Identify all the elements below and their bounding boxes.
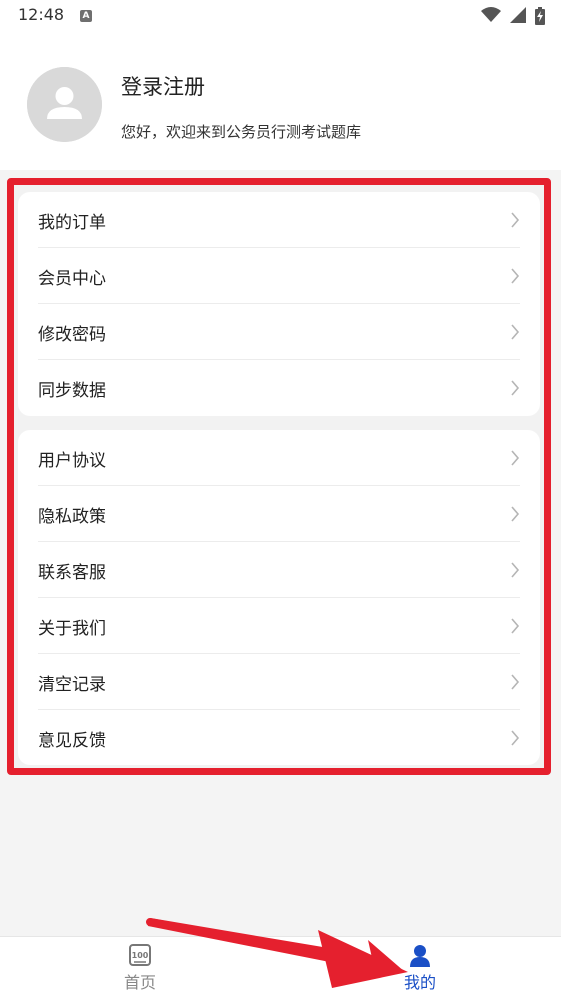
menu-item-privacy-policy[interactable]: 隐私政策	[38, 486, 520, 542]
menu-item-label: 关于我们	[38, 619, 106, 639]
menu-area: 我的订单 会员中心 修改密码 同步数据 用户协议 隐私政策 联系客服 关于我们 …	[0, 170, 561, 936]
chevron-right-icon	[511, 730, 520, 746]
login-register-link[interactable]: 登录注册	[121, 71, 205, 101]
wifi-icon	[480, 7, 501, 22]
chevron-right-icon	[511, 212, 520, 228]
menu-card-account: 我的订单 会员中心 修改密码 同步数据	[18, 192, 540, 416]
menu-item-label: 修改密码	[38, 325, 106, 345]
menu-item-label: 会员中心	[38, 269, 106, 289]
menu-item-label: 清空记录	[38, 675, 106, 695]
menu-item-sync-data[interactable]: 同步数据	[38, 360, 520, 416]
menu-item-change-password[interactable]: 修改密码	[38, 304, 520, 360]
profile-header: 登录注册 您好，欢迎来到公务员行测考试题库	[0, 32, 561, 170]
menu-item-my-orders[interactable]: 我的订单	[38, 192, 520, 248]
signal-icon	[509, 7, 526, 23]
status-time: 12:48	[18, 5, 65, 24]
chevron-right-icon	[511, 380, 520, 396]
menu-card-info: 用户协议 隐私政策 联系客服 关于我们 清空记录 意见反馈	[18, 430, 540, 765]
welcome-text: 您好，欢迎来到公务员行测考试题库	[121, 123, 362, 141]
chevron-right-icon	[511, 268, 520, 284]
home-icon: 100	[129, 944, 151, 966]
menu-item-user-agreement[interactable]: 用户协议	[38, 430, 520, 486]
chevron-right-icon	[511, 674, 520, 690]
svg-text:100: 100	[132, 951, 149, 960]
status-bar: 12:48 A	[0, 0, 561, 32]
person-icon	[410, 945, 430, 967]
chevron-right-icon	[511, 450, 520, 466]
menu-item-feedback[interactable]: 意见反馈	[38, 710, 520, 766]
menu-item-label: 同步数据	[38, 381, 106, 401]
chevron-right-icon	[511, 562, 520, 578]
nav-label-mine: 我的	[403, 973, 436, 992]
nav-tab-mine[interactable]: 我的	[360, 937, 480, 997]
menu-item-label: 我的订单	[38, 213, 106, 233]
menu-item-about-us[interactable]: 关于我们	[38, 598, 520, 654]
menu-item-label: 联系客服	[38, 563, 106, 583]
menu-item-label: 用户协议	[38, 451, 106, 471]
chevron-right-icon	[511, 324, 520, 340]
nav-tab-home[interactable]: 100 首页	[80, 937, 200, 997]
status-icons	[477, 7, 545, 25]
menu-item-contact-service[interactable]: 联系客服	[38, 542, 520, 598]
bottom-nav: 100 首页 我的	[0, 936, 561, 997]
notification-badge-icon: A	[80, 10, 92, 22]
menu-item-member-center[interactable]: 会员中心	[38, 248, 520, 304]
menu-item-label: 隐私政策	[38, 507, 106, 527]
chevron-right-icon	[511, 506, 520, 522]
battery-charging-icon	[535, 7, 545, 25]
menu-item-label: 意见反馈	[38, 731, 106, 751]
user-avatar-icon[interactable]	[27, 67, 102, 142]
chevron-right-icon	[511, 618, 520, 634]
menu-item-clear-records[interactable]: 清空记录	[38, 654, 520, 710]
nav-label-home: 首页	[123, 973, 156, 992]
